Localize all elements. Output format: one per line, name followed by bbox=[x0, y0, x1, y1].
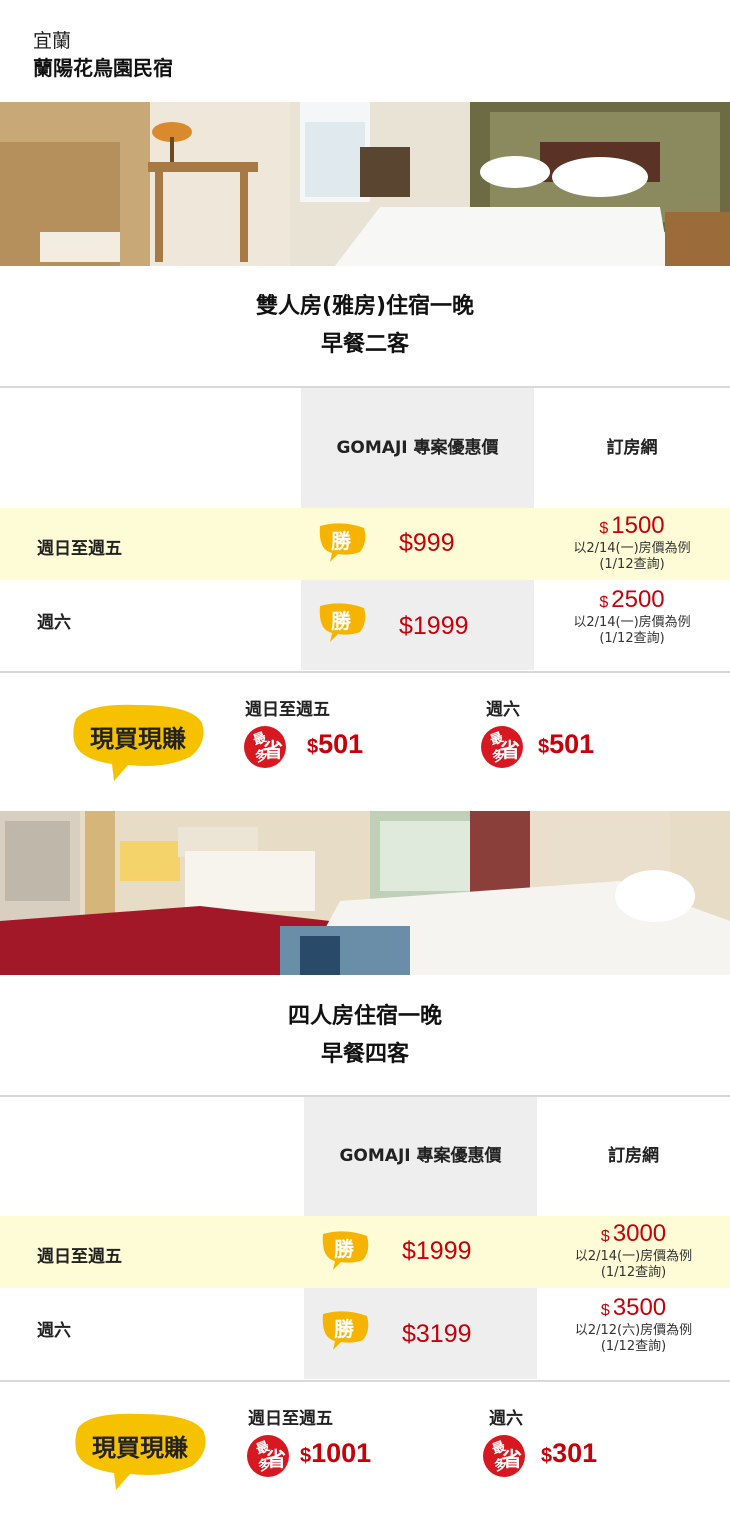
win-badge-icon: 勝 bbox=[322, 1311, 369, 1350]
price-table-double: GOMAJI 專案優惠價 訂房網 週日至週五 勝 $999 $1500 以2/1… bbox=[0, 388, 730, 672]
ota-price: 3000 bbox=[612, 1220, 667, 1247]
gomaji-price: $1999 bbox=[399, 612, 469, 640]
savings-weekday-amount: $501 bbox=[307, 729, 364, 759]
savings-saturday-label: 週六 bbox=[486, 700, 520, 720]
ota-price-cell: $2500 以2/14(一)房價為例 (1/12查詢) bbox=[534, 588, 730, 647]
room-photo-double bbox=[0, 102, 730, 266]
max-save-badge-icon: 最 多 省 bbox=[481, 726, 523, 768]
badge-big-text: 省 bbox=[265, 1447, 286, 1471]
gomaji-price-cell: 勝 $999 bbox=[301, 508, 534, 580]
badge-big-text: 省 bbox=[501, 1447, 522, 1471]
savings-weekday-amount: $1001 bbox=[300, 1438, 372, 1468]
max-save-badge-icon: 最 多 省 bbox=[244, 726, 286, 768]
logo-text: 現買現賺 bbox=[90, 725, 186, 753]
savings-saturday-amount: $501 bbox=[538, 729, 595, 759]
win-badge-text: 勝 bbox=[331, 529, 352, 553]
col-header-gomaji: GOMAJI 專案優惠價 bbox=[304, 1097, 537, 1216]
savings-section-double: 現買現賺 週日至週五 最 多 省 $501 週六 最 多 省 $501 bbox=[0, 673, 730, 811]
table-row: 週日至週五 勝 $999 $1500 以2/14(一)房價為例 (1/12查詢) bbox=[0, 508, 730, 580]
table-row: 週六 勝 $1999 $2500 以2/14(一)房價為例 (1/12查詢) bbox=[0, 580, 730, 670]
hotel-name: 蘭陽花鳥園民宿 bbox=[33, 56, 173, 80]
room-title-line1: 四人房住宿一晚 bbox=[287, 1004, 442, 1029]
buy-now-earn-logo-icon: 現買現賺 bbox=[73, 704, 204, 781]
ota-note: 以2/14(一)房價為例 bbox=[573, 615, 691, 630]
page-header: 宜蘭 蘭陽花鳥園民宿 bbox=[0, 0, 730, 102]
gomaji-price: $1999 bbox=[402, 1237, 472, 1265]
badge-big-text: 省 bbox=[262, 738, 283, 762]
ota-price-cell: $3500 以2/12(六)房價為例 (1/12查詢) bbox=[537, 1296, 730, 1355]
badge-big-text: 省 bbox=[499, 738, 520, 762]
ota-query-date: (1/12查詢) bbox=[599, 557, 665, 572]
win-badge-icon: 勝 bbox=[319, 523, 366, 562]
max-save-badge-icon: 最 多 省 bbox=[483, 1435, 525, 1477]
room-title-line1: 雙人房(雅房)住宿一晚 bbox=[255, 294, 475, 319]
ota-query-date: (1/12查詢) bbox=[600, 1339, 667, 1354]
ota-note: 以2/12(六)房價為例 bbox=[574, 1323, 693, 1338]
room-photo-quad bbox=[0, 811, 730, 975]
savings-saturday-label: 週六 bbox=[489, 1409, 523, 1429]
savings-saturday-amount: $301 bbox=[541, 1438, 598, 1468]
logo-text: 現買現賺 bbox=[92, 1434, 188, 1462]
ota-note: 以2/14(一)房價為例 bbox=[574, 1249, 693, 1264]
col-header-ota: 訂房網 bbox=[606, 438, 658, 458]
row-label: 週日至週五 bbox=[37, 1247, 122, 1267]
ota-note: 以2/14(一)房價為例 bbox=[573, 541, 691, 556]
gomaji-price-cell: 勝 $1999 bbox=[301, 580, 534, 670]
row-label: 週六 bbox=[37, 613, 71, 633]
savings-section-quad: 現買現賺 週日至週五 最 多 省 $1001 週六 最 多 省 $301 bbox=[0, 1382, 730, 1533]
gomaji-price-cell: 勝 $1999 bbox=[304, 1216, 537, 1288]
col-header-ota: 訂房網 bbox=[608, 1146, 659, 1166]
table-row: 週日至週五 勝 $1999 $3000 以2/14(一)房價為例 (1/12查詢… bbox=[0, 1216, 730, 1288]
ota-currency: $ bbox=[600, 1228, 610, 1245]
max-save-badge-icon: 最 多 省 bbox=[247, 1435, 289, 1477]
gomaji-price: $3199 bbox=[402, 1320, 472, 1348]
ota-price-cell: $1500 以2/14(一)房價為例 (1/12查詢) bbox=[534, 514, 730, 573]
ota-price-cell: $3000 以2/14(一)房價為例 (1/12查詢) bbox=[537, 1222, 730, 1281]
savings-weekday-label: 週日至週五 bbox=[248, 1409, 333, 1429]
ota-price: 2500 bbox=[611, 586, 665, 613]
ota-currency: $ bbox=[599, 594, 609, 611]
gomaji-price: $999 bbox=[399, 529, 455, 557]
price-table-quad: GOMAJI 專案優惠價 訂房網 週日至週五 勝 $1999 $3000 以2/… bbox=[0, 1097, 730, 1381]
row-label: 週六 bbox=[37, 1321, 71, 1341]
win-badge-text: 勝 bbox=[334, 1237, 355, 1261]
ota-price: 1500 bbox=[611, 512, 665, 539]
col-header-gomaji: GOMAJI 專案優惠價 bbox=[301, 388, 534, 508]
win-badge-icon: 勝 bbox=[319, 603, 366, 642]
room-title-quad: 四人房住宿一晚 早餐四客 bbox=[0, 998, 730, 1074]
savings-weekday-label: 週日至週五 bbox=[245, 700, 330, 720]
room-title-line2: 早餐二客 bbox=[320, 332, 409, 357]
ota-price: 3500 bbox=[612, 1294, 667, 1321]
ota-currency: $ bbox=[599, 520, 609, 537]
ota-query-date: (1/12查詢) bbox=[600, 1265, 667, 1280]
gomaji-price-cell: 勝 $3199 bbox=[304, 1288, 537, 1379]
ota-currency: $ bbox=[600, 1302, 610, 1319]
win-badge-text: 勝 bbox=[331, 609, 352, 633]
win-badge-text: 勝 bbox=[334, 1317, 355, 1341]
ota-query-date: (1/12查詢) bbox=[599, 631, 665, 646]
region-label: 宜蘭 bbox=[33, 30, 72, 52]
row-label: 週日至週五 bbox=[37, 539, 122, 559]
buy-now-earn-logo-icon: 現買現賺 bbox=[75, 1413, 206, 1490]
win-badge-icon: 勝 bbox=[322, 1231, 369, 1270]
table-row: 週六 勝 $3199 $3500 以2/12(六)房價為例 (1/12查詢) bbox=[0, 1288, 730, 1379]
room-title-line2: 早餐四客 bbox=[320, 1042, 409, 1067]
room-title-double: 雙人房(雅房)住宿一晚 早餐二客 bbox=[0, 288, 730, 364]
